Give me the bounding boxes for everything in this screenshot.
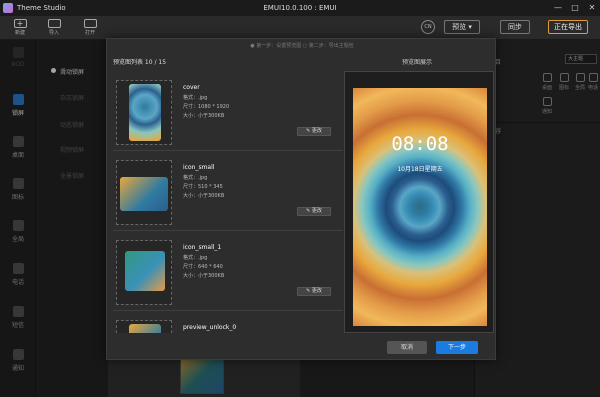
icon-small-1-thumbnail — [125, 251, 165, 291]
preview-header: 预览图展示 — [402, 59, 433, 66]
minimize-button[interactable]: — — [551, 3, 565, 12]
image-size: 尺寸：1080 * 1920 — [183, 104, 230, 110]
new-button[interactable]: + 新建 — [9, 17, 31, 39]
preview-setup-dialog: ● 第一步：设置预览图 ○ 第二步：导出主题包 预览图列表 10 / 15 预览… — [106, 38, 496, 360]
thumbnail-slot[interactable] — [116, 160, 172, 225]
image-format: 格式：.jpg — [183, 255, 208, 261]
thumbnail-slot[interactable] — [116, 80, 172, 145]
sync-button[interactable]: 同步 — [500, 20, 530, 34]
change-label: 更改 — [311, 128, 322, 134]
list-item[interactable]: icon_small 格式：.jpg 尺寸：510 * 345 大小：小于300… — [113, 151, 343, 231]
open-label: 打开 — [84, 30, 95, 36]
change-button[interactable]: ✎ 更改 — [297, 127, 331, 136]
import-icon — [47, 19, 61, 28]
preview-unlock-thumbnail — [129, 324, 161, 333]
step-indicator: ● 第一步：设置预览图 ○ 第二步：导出主题包 — [250, 43, 354, 49]
thumbnail-slot[interactable] — [116, 320, 172, 333]
app-logo-icon — [3, 3, 13, 13]
plus-icon: + — [13, 19, 27, 28]
folder-icon — [83, 19, 97, 28]
preview-display: 08:08 10月18日星期五 — [344, 71, 494, 333]
image-size: 尺寸：640 * 640 — [183, 264, 223, 270]
lockscreen-preview-image: 08:08 10月18日星期五 — [353, 88, 487, 326]
icon-small-thumbnail — [120, 177, 168, 211]
title-bar: Theme Studio EMUI10.0.100 : EMUI — □ ✕ — [0, 0, 600, 16]
change-button[interactable]: ✎ 更改 — [297, 207, 331, 216]
list-header: 预览图列表 10 / 15 — [113, 59, 167, 66]
image-filesize: 大小：小于300KB — [183, 273, 225, 279]
import-label: 导入 — [48, 30, 59, 36]
app-title: Theme Studio — [17, 4, 66, 12]
change-label: 更改 — [311, 208, 322, 214]
image-format: 格式：.jpg — [183, 175, 208, 181]
export-button[interactable]: 正在导出 — [548, 20, 588, 34]
change-label: 更改 — [311, 288, 322, 294]
new-label: 新建 — [14, 30, 25, 36]
preview-clock: 08:08 — [391, 133, 449, 155]
language-toggle[interactable]: CN — [421, 20, 435, 34]
window-title: EMUI10.0.100 : EMUI — [263, 4, 337, 12]
cancel-button[interactable]: 取消 — [387, 341, 427, 354]
preview-dropdown[interactable]: 预览 ▾ — [444, 20, 480, 34]
list-item[interactable]: preview_unlock_0 — [113, 311, 343, 333]
import-button[interactable]: 导入 — [43, 17, 65, 39]
image-name: cover — [183, 84, 200, 91]
image-filesize: 大小：小于300KB — [183, 113, 225, 119]
list-item[interactable]: icon_small_1 格式：.jpg 尺寸：640 * 640 大小：小于3… — [113, 231, 343, 311]
preview-date: 10月18日星期五 — [397, 166, 443, 173]
thumbnail-slot[interactable] — [116, 240, 172, 305]
maximize-button[interactable]: □ — [568, 3, 582, 12]
image-name: preview_unlock_0 — [183, 324, 237, 331]
image-filesize: 大小：小于300KB — [183, 193, 225, 199]
cover-thumbnail — [129, 84, 161, 141]
image-name: icon_small_1 — [183, 244, 222, 251]
preview-image-list[interactable]: cover 格式：.jpg 尺寸：1080 * 1920 大小：小于300KB … — [113, 71, 343, 333]
image-size: 尺寸：510 * 345 — [183, 184, 223, 190]
change-button[interactable]: ✎ 更改 — [297, 287, 331, 296]
image-name: icon_small — [183, 164, 215, 171]
next-step-button[interactable]: 下一步 — [436, 341, 478, 354]
image-format: 格式：.jpg — [183, 95, 208, 101]
open-button[interactable]: 打开 — [79, 17, 101, 39]
close-button[interactable]: ✕ — [585, 3, 599, 12]
list-item[interactable]: cover 格式：.jpg 尺寸：1080 * 1920 大小：小于300KB … — [113, 71, 343, 151]
